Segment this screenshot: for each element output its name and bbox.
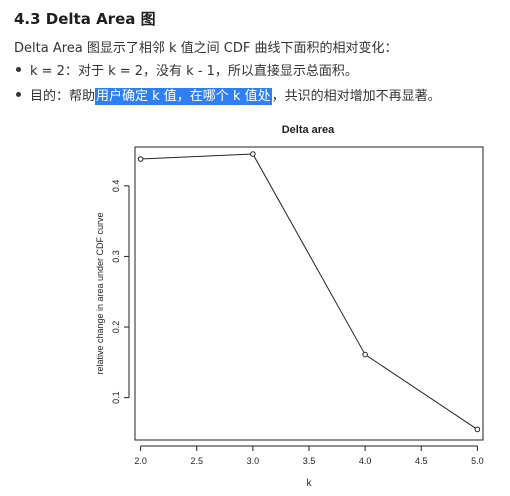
y-tick-label: 0.1 (111, 391, 121, 404)
bullet-dot-icon (16, 67, 21, 72)
data-point (137, 156, 144, 162)
y-tick-label: 0.4 (111, 180, 121, 193)
x-axis-label: k (307, 478, 313, 489)
chart-title: Delta area (282, 124, 335, 136)
plot-frame (134, 146, 484, 441)
x-tick-label: 4.0 (359, 456, 372, 466)
x-tick-label: 2.0 (134, 456, 147, 466)
bullet-dot-icon (16, 92, 21, 97)
y-axis-label: relative change in area under CDF curve (95, 212, 105, 374)
x-tick-label: 3.5 (303, 456, 316, 466)
x-tick-label: 4.5 (415, 456, 428, 466)
y-tick-label: 0.3 (111, 250, 121, 263)
bullet-text: k = 2：对于 k = 2，没有 k - 1，所以直接显示总面积。 (30, 64, 358, 79)
x-tick-label: 5.0 (471, 456, 484, 466)
data-point (362, 351, 368, 358)
intro-text: Delta Area 图显示了相邻 k 值之间 CDF 曲线下面积的相对变化： (14, 41, 398, 56)
bullet-item-purpose: 目的：帮助用户确定 k 值，在哪个 k 值处，共识的相对增加不再显著。 (16, 85, 441, 105)
bullet-item-k2: k = 2：对于 k = 2，没有 k - 1，所以直接显示总面积。 (16, 60, 358, 79)
selected-text-highlight[interactable]: 用户确定 k 值，在哪个 k 值处 (95, 88, 272, 105)
y-tick-label: 0.2 (111, 321, 121, 334)
data-point (250, 151, 256, 157)
chart-svg: Delta area relative change in area under… (95, 124, 484, 489)
bullet-prefix: 目的：帮助 (30, 89, 96, 104)
data-point (474, 426, 481, 433)
x-tick-label: 2.5 (190, 456, 203, 466)
section-heading: 4.3 Delta Area 图 (14, 10, 156, 28)
bullet-suffix: ，共识的相对增加不再显著。 (271, 89, 441, 104)
delta-area-chart: Delta area relative change in area under… (75, 112, 495, 492)
x-tick-label: 3.0 (247, 456, 260, 466)
series-line (140, 153, 478, 430)
